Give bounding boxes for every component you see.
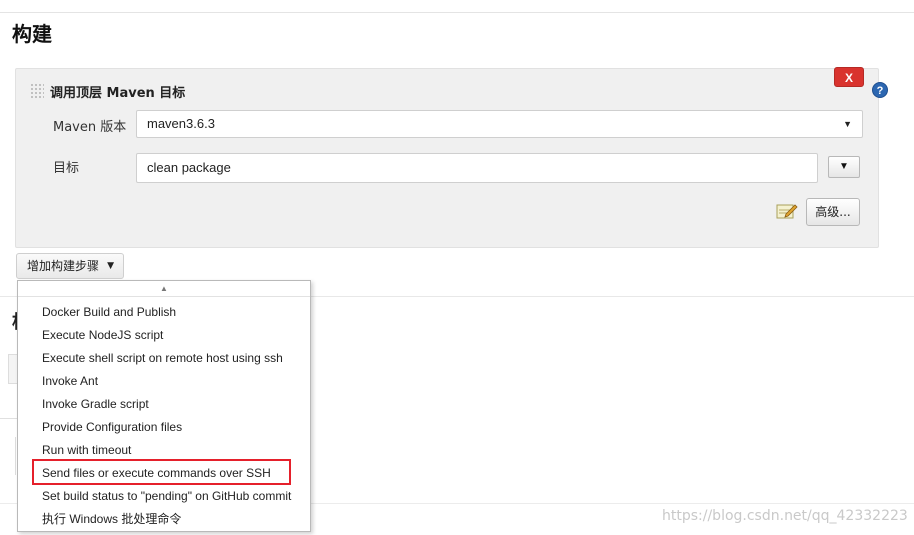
help-icon[interactable]: ?	[872, 82, 888, 98]
maven-version-select[interactable]: maven3.6.3 ▼	[136, 110, 863, 138]
menu-item-gradle[interactable]: Invoke Gradle script	[18, 393, 310, 416]
maven-version-value: maven3.6.3	[147, 116, 215, 131]
menu-item-windows-batch[interactable]: 执行 Windows 批处理命令	[18, 508, 310, 531]
menu-item-config-files[interactable]: Provide Configuration files	[18, 416, 310, 439]
menu-item-docker-build[interactable]: Docker Build and Publish	[18, 301, 310, 324]
menu-item-ant[interactable]: Invoke Ant	[18, 370, 310, 393]
menu-item-github-status[interactable]: Set build status to "pending" on GitHub …	[18, 485, 310, 508]
delete-step-button[interactable]: X	[834, 67, 864, 87]
scroll-up-icon[interactable]: ▲	[18, 281, 310, 297]
drag-handle-icon[interactable]	[30, 83, 44, 99]
add-build-step-button[interactable]: 增加构建步骤 ▼	[16, 253, 124, 279]
expand-goals-button[interactable]: ▼	[828, 156, 860, 178]
top-divider	[0, 12, 914, 13]
select-arrow-icon: ▼	[843, 119, 852, 129]
goals-label: 目标	[53, 161, 80, 176]
add-step-dropdown-menu: ▲ Docker Build and Publish Execute NodeJ…	[17, 280, 311, 532]
add-build-step-label: 增加构建步骤	[27, 259, 100, 273]
menu-item-shell-ssh[interactable]: Execute shell script on remote host usin…	[18, 347, 310, 370]
maven-version-label: Maven 版本	[53, 120, 127, 135]
menu-item-nodejs[interactable]: Execute NodeJS script	[18, 324, 310, 347]
caret-down-icon: ▼	[107, 261, 114, 271]
watermark: https://blog.csdn.net/qq_42332223	[662, 508, 908, 524]
goals-input[interactable]: clean package	[136, 153, 818, 183]
advanced-button[interactable]: 高级...	[806, 198, 860, 226]
page-title: 构建	[12, 22, 52, 46]
notepad-icon	[776, 204, 798, 219]
highlight-annotation	[32, 459, 291, 485]
build-step-title: 调用顶层 Maven 目标	[50, 86, 186, 101]
